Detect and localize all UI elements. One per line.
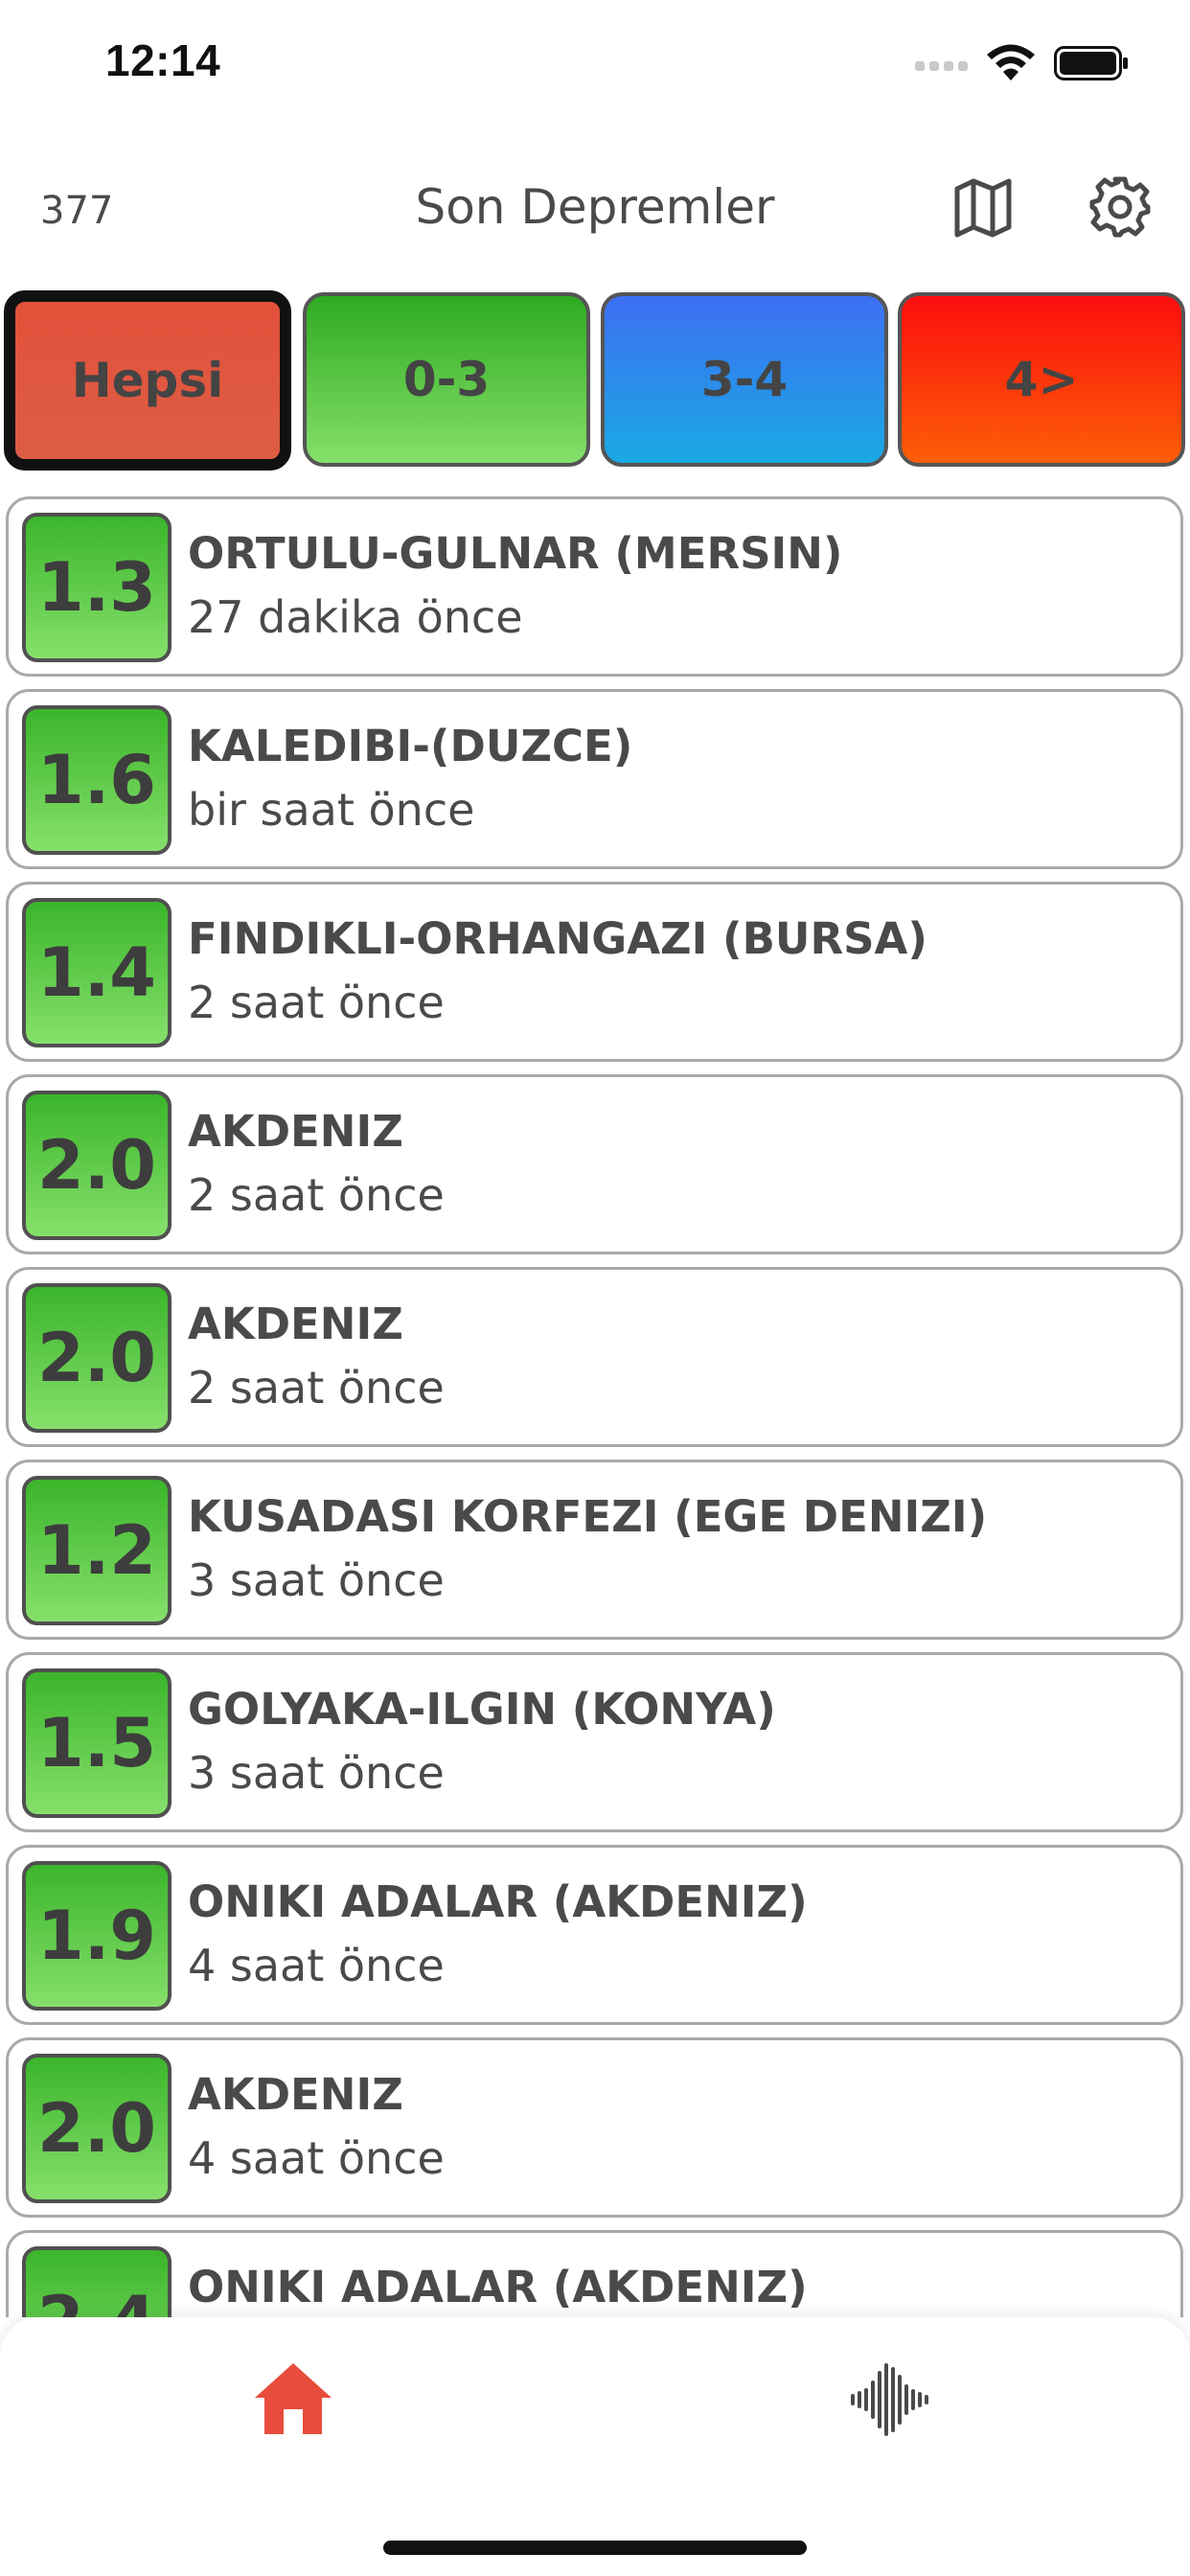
list-item[interactable]: 2.0 AKDENIZ 2 saat önce xyxy=(6,1074,1183,1254)
list-item[interactable]: 2.0 AKDENIZ 4 saat önce xyxy=(6,2037,1183,2218)
list-item[interactable]: 1.5 GOLYAKA-ILGIN (KONYA) 3 saat önce xyxy=(6,1652,1183,1832)
battery-icon xyxy=(1054,46,1128,80)
filter-4-plus-button[interactable]: 4> xyxy=(898,292,1185,467)
location-label: KALEDIBI-(DUZCE) xyxy=(188,721,633,771)
magnitude-badge: 1.3 xyxy=(22,513,172,662)
location-label: ONIKI ADALAR (AKDENIZ) xyxy=(188,1876,808,1927)
magnitude-filter-bar: Hepsi 0-3 3-4 4> xyxy=(0,290,1190,471)
location-label: AKDENIZ xyxy=(188,2069,403,2120)
cellular-signal-icon xyxy=(915,58,973,71)
location-label: KUSADASI KORFEZI (EGE DENIZI) xyxy=(188,1491,988,1542)
time-ago-label: 2 saat önce xyxy=(188,1362,445,1414)
time-ago-label: 2 saat önce xyxy=(188,1169,445,1221)
home-icon[interactable] xyxy=(253,2361,333,2436)
location-label: GOLYAKA-ILGIN (KONYA) xyxy=(188,1684,776,1735)
list-item[interactable]: 2.0 AKDENIZ 2 saat önce xyxy=(6,1267,1183,1447)
location-label: FINDIKLI-ORHANGAZI (BURSA) xyxy=(188,913,927,964)
location-label: ORTULU-GULNAR (MERSIN) xyxy=(188,528,843,579)
time-ago-label: 4 saat önce xyxy=(188,2132,445,2184)
magnitude-badge: 2.0 xyxy=(22,1283,172,1433)
location-label: AKDENIZ xyxy=(188,1106,403,1157)
list-item[interactable]: 1.2 KUSADASI KORFEZI (EGE DENIZI) 3 saat… xyxy=(6,1460,1183,1640)
time-ago-label: 3 saat önce xyxy=(188,1554,445,1606)
home-indicator xyxy=(383,2541,807,2555)
magnitude-badge: 1.4 xyxy=(22,898,172,1047)
time-ago-label: 3 saat önce xyxy=(188,1747,445,1799)
magnitude-badge: 2.0 xyxy=(22,2054,172,2203)
filter-all-button[interactable]: Hepsi xyxy=(4,290,291,471)
filter-3-4-button[interactable]: 3-4 xyxy=(601,292,888,467)
magnitude-badge: 1.6 xyxy=(22,705,172,855)
filter-0-3-button[interactable]: 0-3 xyxy=(303,292,590,467)
list-item[interactable]: 1.9 ONIKI ADALAR (AKDENIZ) 4 saat önce xyxy=(6,1845,1183,2025)
map-icon[interactable] xyxy=(953,175,1013,239)
list-item[interactable]: 1.4 FINDIKLI-ORHANGAZI (BURSA) 2 saat ön… xyxy=(6,882,1183,1062)
magnitude-badge: 2.4 xyxy=(22,2246,172,2317)
tab-bar xyxy=(0,2317,1190,2576)
waveform-icon[interactable] xyxy=(849,2361,933,2438)
list-item[interactable]: 2.4 ONIKI ADALAR (AKDENIZ) xyxy=(6,2230,1183,2317)
time-ago-label: 27 dakika önce xyxy=(188,591,523,643)
magnitude-badge: 2.0 xyxy=(22,1091,172,1240)
location-label: AKDENIZ xyxy=(188,1299,403,1349)
earthquake-list[interactable]: 1.3 ORTULU-GULNAR (MERSIN) 27 dakika önc… xyxy=(0,496,1190,2317)
time-ago-label: 2 saat önce xyxy=(188,977,445,1028)
time-ago-label: 4 saat önce xyxy=(188,1940,445,1991)
status-bar: 12:14 xyxy=(0,0,1190,125)
time-ago-label: bir saat önce xyxy=(188,784,475,836)
location-label: ONIKI ADALAR (AKDENIZ) xyxy=(188,2262,808,2312)
wifi-icon xyxy=(987,44,1035,80)
list-item[interactable]: 1.6 KALEDIBI-(DUZCE) bir saat önce xyxy=(6,689,1183,869)
header: 377 Son Depremler xyxy=(0,168,1190,254)
magnitude-badge: 1.9 xyxy=(22,1861,172,2011)
magnitude-badge: 1.2 xyxy=(22,1476,172,1625)
gear-icon[interactable] xyxy=(1088,175,1152,239)
magnitude-badge: 1.5 xyxy=(22,1668,172,1818)
status-time: 12:14 xyxy=(105,35,221,85)
list-item[interactable]: 1.3 ORTULU-GULNAR (MERSIN) 27 dakika önc… xyxy=(6,496,1183,677)
